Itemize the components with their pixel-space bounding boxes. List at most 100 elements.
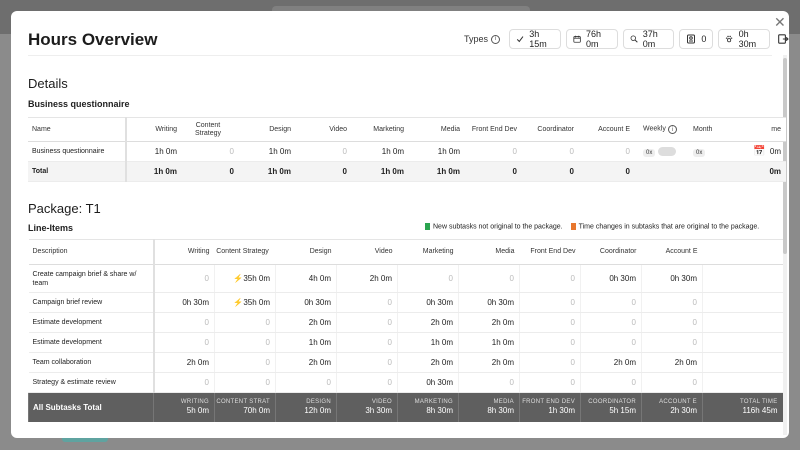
table-cell: 0	[579, 141, 635, 162]
table-cell: 0h 30m	[641, 264, 703, 293]
table-cell: 0	[519, 332, 581, 353]
total-row: Total 1h 0m 0 1h 0m 0 1h 0m 1h 0m 0 0 0 …	[28, 161, 786, 182]
table-cell: 0	[336, 312, 398, 333]
col-header: Writing	[126, 117, 182, 142]
line-item-description: Estimate development	[28, 332, 155, 353]
table-cell: 0	[580, 332, 642, 353]
table-cell: 0	[641, 292, 703, 313]
export-icon[interactable]	[777, 32, 789, 46]
table-cell: 0	[182, 161, 239, 182]
table-cell: 4h 0m	[275, 264, 337, 293]
line-item-row[interactable]: Strategy & estimate review 0 0 0 0 0h 30m 0 0 0 0	[28, 372, 783, 393]
calendar-icon	[573, 35, 581, 43]
table-cell: 0	[580, 312, 642, 333]
col-header: Front End Dev	[465, 117, 522, 142]
line-items-table: Description Writing Content Strategy Des…	[28, 239, 783, 422]
modal-title: Hours Overview	[28, 30, 158, 49]
total-label: All Subtasks Total	[28, 392, 154, 422]
table-cell: 0	[336, 292, 398, 313]
pill-scheduled[interactable]: 76h 0m	[565, 29, 618, 49]
line-item-row[interactable]: Estimate development 0 0 2h 0m 0 2h 0m 2h 0m 0 0…	[28, 312, 783, 333]
table-cell: 0	[153, 264, 215, 293]
types-label: Types i	[464, 34, 501, 44]
table-cell: 0	[336, 372, 398, 393]
line-item-row[interactable]: Estimate development 0 0 1h 0m 0 1h 0m 1h 0m 0 0…	[28, 332, 783, 353]
col-header: Media	[458, 239, 520, 265]
table-cell: 2h 0m	[397, 352, 459, 373]
table-cell: 0h 30m	[397, 372, 459, 393]
table-cell: 1h 0m	[352, 161, 409, 182]
table-cell: 0	[336, 352, 398, 373]
table-cell	[702, 312, 783, 333]
info-icon[interactable]: i	[667, 125, 677, 134]
pill-paw[interactable]: 0h 30m	[718, 29, 771, 49]
line-item-description: Estimate development	[28, 312, 155, 333]
total-cell: FRONT END DEV 1h 30m	[519, 392, 581, 422]
pill-badge[interactable]: 0	[679, 29, 714, 49]
col-header: Marketing	[352, 117, 409, 142]
table-cell: 0	[519, 372, 581, 393]
row-name: Business questionnaire	[28, 141, 127, 162]
col-header	[702, 239, 783, 265]
table-cell: 1h 0m	[397, 332, 459, 353]
table-cell: 1h 0m	[275, 332, 337, 353]
table-cell: 0	[336, 332, 398, 353]
table-cell: 2h 0m	[153, 352, 215, 373]
summary-bar: Types i 3h 15m 76h 0m 37h 0m 0 0h 30m	[464, 29, 789, 49]
table-cell: 1h 0m	[239, 141, 296, 162]
table-cell: 0	[153, 312, 215, 333]
details-heading: Details	[28, 76, 68, 91]
table-cell: 0	[153, 372, 215, 393]
table-cell: 0h 30m	[458, 292, 520, 313]
legend-changed: Time changes in subtasks that are origin…	[570, 223, 759, 230]
table-cell	[690, 161, 716, 182]
pill-search[interactable]: 37h 0m	[622, 29, 675, 49]
table-cell: 0h 30m	[580, 264, 642, 293]
green-flag-icon	[425, 223, 430, 230]
table-cell	[702, 332, 783, 353]
business-table: Name Writing Content Strategy Design Vid…	[28, 117, 786, 182]
hours-overview-modal: ✕ Hours Overview Types i 3h 15m 76h 0m 3…	[11, 11, 789, 438]
line-item-row[interactable]: Create campaign brief & share w/ team 0 ⚡3…	[28, 264, 783, 293]
business-questionnaire-heading: Business questionnaire	[28, 99, 130, 109]
table-cell: 2h 0m	[275, 352, 337, 373]
table-cell: 0	[579, 161, 635, 182]
col-header: Content Strategy	[214, 239, 276, 265]
table-cell: 2h 0m	[458, 312, 520, 333]
table-cell: 0	[214, 372, 276, 393]
calendar-check-icon[interactable]: 📅	[753, 146, 765, 157]
table-cell	[702, 292, 783, 313]
table-cell: 2h 0m	[641, 352, 703, 373]
business-table-header: Name Writing Content Strategy Design Vid…	[28, 117, 786, 142]
pill-completed[interactable]: 3h 15m	[509, 29, 561, 49]
paw-icon	[726, 35, 733, 43]
line-items-header: Description Writing Content Strategy Des…	[28, 239, 783, 265]
total-cell: MEDIA 8h 30m	[458, 392, 520, 422]
table-cell: 0	[522, 141, 579, 162]
weekly-toggle[interactable]	[658, 146, 677, 156]
table-cell: 0	[182, 141, 239, 162]
table-cell: 0	[275, 372, 337, 393]
col-header: Coordinator	[522, 117, 579, 142]
table-cell	[702, 264, 783, 293]
table-cell: 1h 0m	[409, 141, 465, 162]
col-header: Description	[28, 239, 155, 265]
badge-icon	[687, 34, 696, 44]
total-cell: ACCOUNT E 2h 30m	[641, 392, 703, 422]
table-cell: 1h 0m	[239, 161, 296, 182]
weekly-multiplier[interactable]: 0x	[643, 148, 656, 157]
monthly-multiplier[interactable]: 0x	[693, 148, 706, 157]
table-cell: 0	[519, 292, 581, 313]
col-header: me	[716, 117, 786, 142]
line-item-row[interactable]: Campaign brief review 0h 30m ⚡35h 0m 0h 30m…	[28, 292, 783, 313]
total-cell: MARKETING 8h 30m	[397, 392, 459, 422]
total-cell: CONTENT STRAT 70h 0m	[214, 392, 276, 422]
monthly-cell: 0x	[690, 141, 716, 162]
table-cell: 2h 0m	[458, 352, 520, 373]
table-cell: 0	[465, 141, 522, 162]
table-cell: 0	[458, 264, 520, 293]
info-icon[interactable]: i	[491, 34, 501, 44]
line-item-row[interactable]: Team collaboration 2h 0m 0 2h 0m 0 2h 0m 2h 0m…	[28, 352, 783, 373]
col-header: Front End Dev	[519, 239, 581, 265]
package-heading: Package: T1	[28, 201, 101, 216]
